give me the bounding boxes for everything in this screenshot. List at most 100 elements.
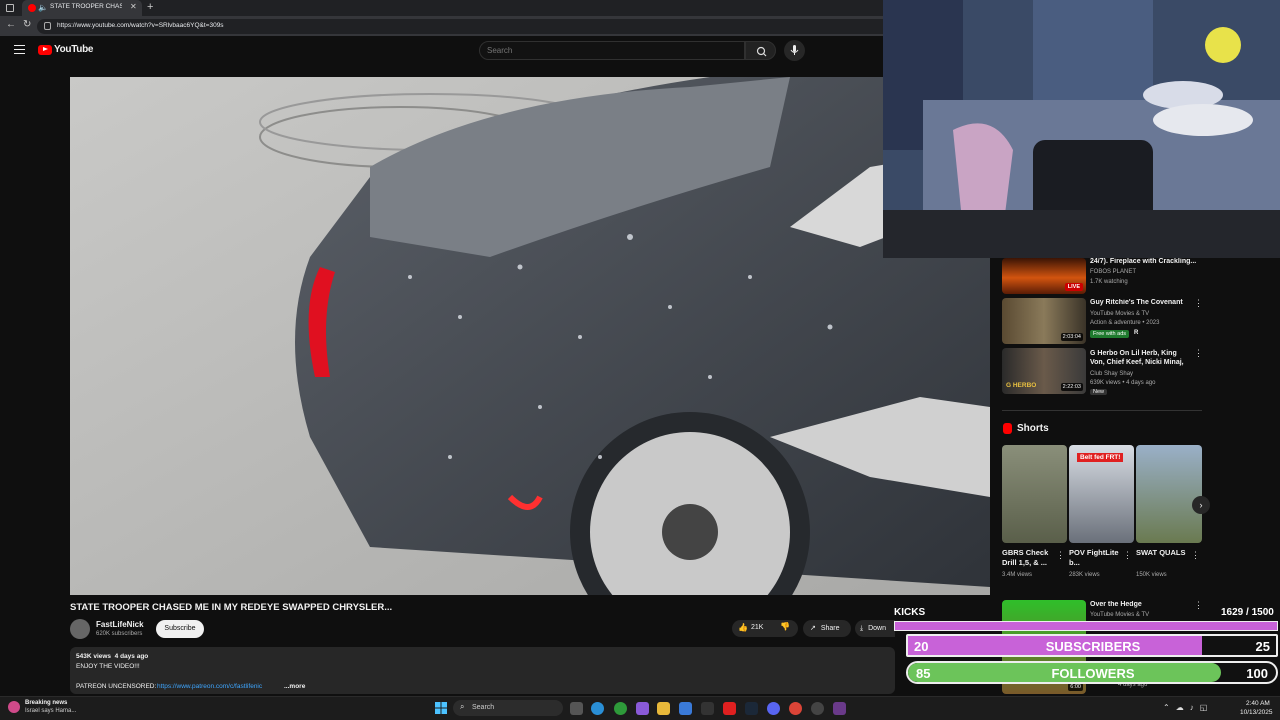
followers-label: FOLLOWERS bbox=[1051, 666, 1135, 681]
obs-icon[interactable] bbox=[811, 702, 824, 715]
youtube-favicon-icon bbox=[28, 4, 36, 12]
news-widget[interactable]: Breaking news Israel says Hama... bbox=[8, 699, 98, 717]
reload-icon[interactable]: ↻ bbox=[23, 19, 31, 30]
description-line: ENJOY THE VIDEO!!! bbox=[76, 663, 140, 670]
video-player[interactable] bbox=[70, 77, 990, 595]
recommendation-thumbnail: G HERBO 2:22:03 bbox=[1002, 348, 1086, 394]
news-subtitle: Israel says Hama... bbox=[25, 708, 77, 714]
shorts-heading: Shorts bbox=[1017, 423, 1049, 434]
video-title: STATE TROOPER CHASED ME IN MY REDEYE SWA… bbox=[70, 602, 393, 613]
share-button[interactable]: ↗ Share bbox=[803, 620, 851, 637]
voice-search-button[interactable] bbox=[784, 40, 805, 61]
xbox-icon[interactable] bbox=[614, 702, 627, 715]
download-button[interactable]: ⤓ Down bbox=[855, 620, 895, 637]
recommendation-title: Over the Hedge bbox=[1090, 601, 1142, 608]
kicks-label: KICKS bbox=[894, 607, 926, 618]
app-icon[interactable] bbox=[833, 702, 846, 715]
recommendation-meta: 639K views • 4 days ago bbox=[1090, 380, 1156, 386]
new-tab-icon[interactable]: + bbox=[147, 1, 153, 13]
site-info-icon[interactable] bbox=[44, 22, 51, 30]
share-icon: ↗ bbox=[810, 625, 816, 632]
short-views: 3.4M views bbox=[1002, 572, 1033, 578]
file-explorer-icon[interactable] bbox=[657, 702, 670, 715]
search-button[interactable] bbox=[745, 41, 776, 60]
channel-name[interactable]: FastLifeNick bbox=[96, 620, 144, 629]
clock-time[interactable]: 2:40 AM bbox=[1246, 700, 1270, 707]
recommendation-item[interactable]: LIVE 24/7). Fireplace with Crackling... … bbox=[1002, 258, 1202, 294]
views-date: 543K views 4 days ago bbox=[76, 653, 149, 660]
shorts-icon bbox=[1003, 423, 1012, 434]
discord-icon[interactable] bbox=[767, 702, 780, 715]
copilot-icon[interactable] bbox=[636, 702, 649, 715]
subscribers-goal-bar: 20 SUBSCRIBERS 25 bbox=[906, 634, 1278, 657]
video-frame bbox=[70, 77, 990, 595]
more-options-icon[interactable]: ⋮ bbox=[1191, 550, 1200, 561]
chevron-right-icon: › bbox=[1199, 500, 1203, 510]
thumbnail-caption: G HERBO bbox=[1006, 382, 1037, 389]
shorts-next-button[interactable]: › bbox=[1192, 496, 1210, 514]
like-button[interactable]: 👍 21K bbox=[738, 623, 763, 632]
recommendation-title: Guy Ritchie's The Covenant bbox=[1090, 299, 1183, 306]
recommendation-channel: FOBOS PLANET bbox=[1090, 269, 1137, 275]
recommendation-item[interactable]: 2:03:04 Guy Ritchie's The Covenant YouTu… bbox=[1002, 298, 1203, 344]
recommendation-meta: Action & adventure • 2023 bbox=[1090, 320, 1160, 326]
chrome-icon[interactable] bbox=[789, 702, 802, 715]
recommendation-item[interactable]: G HERBO 2:22:03 G Herbo On Lil Herb, Kin… bbox=[1002, 348, 1203, 395]
short-item[interactable]: GBRS Check Drill 1,5, & ... 3.4M views ⋮ bbox=[1002, 445, 1067, 585]
store-icon[interactable] bbox=[679, 702, 692, 715]
youtube-logo[interactable]: YouTube bbox=[38, 44, 94, 55]
subscriber-count: 620K subscribers bbox=[96, 631, 143, 637]
system-tray[interactable]: ⌃☁♪◱ bbox=[1163, 703, 1213, 712]
steam-icon[interactable] bbox=[745, 702, 758, 715]
recommendation-channel: YouTube Movies & TV bbox=[1090, 311, 1150, 317]
section-divider bbox=[1002, 410, 1202, 411]
back-icon[interactable]: ← bbox=[6, 19, 16, 30]
live-badge: LIVE bbox=[1064, 283, 1083, 291]
subscribe-button[interactable]: Subscribe bbox=[156, 620, 204, 638]
duration-text: 6:00 bbox=[1070, 684, 1081, 690]
more-options-icon[interactable]: ⋮ bbox=[1123, 550, 1132, 561]
clock-date[interactable]: 10/13/2025 bbox=[1240, 709, 1273, 716]
patreon-label: PATREON UNCENSORED: bbox=[76, 683, 157, 690]
short-item[interactable]: SWAT QUALS 150K views ⋮ bbox=[1136, 445, 1202, 585]
search-input[interactable] bbox=[479, 41, 745, 60]
new-badge-text: New bbox=[1093, 389, 1105, 395]
download-label: Down bbox=[868, 625, 886, 632]
more-options-icon[interactable]: ⋮ bbox=[1056, 550, 1065, 561]
youtube-app-icon[interactable] bbox=[723, 702, 736, 715]
start-button[interactable] bbox=[435, 702, 447, 714]
recommendation-channel: Club Shay Shay bbox=[1090, 371, 1134, 377]
search-icon: ⌕ bbox=[460, 702, 465, 711]
kicks-count: 1629 / 1500 bbox=[1221, 607, 1274, 618]
more-options-icon[interactable]: ⋮ bbox=[1194, 348, 1203, 359]
rating-badge: R bbox=[1134, 330, 1139, 336]
short-item[interactable]: Belt fed FRT! POV FightLite b... 283K vi… bbox=[1069, 445, 1134, 585]
close-tab-icon[interactable]: ✕ bbox=[130, 2, 137, 11]
free-with-ads-text: Free with ads bbox=[1093, 331, 1127, 337]
thumbs-up-icon: 👍 bbox=[738, 623, 748, 632]
browser-tab[interactable]: 🔈 STATE TROOPER CHASED ME IN MY REDEYE S… bbox=[22, 0, 142, 16]
edge-browser-icon[interactable] bbox=[591, 702, 604, 715]
duration-badge: 2:22:03 bbox=[1060, 383, 1083, 391]
microphone-icon bbox=[790, 45, 799, 55]
speaker-icon[interactable]: 🔈 bbox=[38, 3, 48, 12]
more-link[interactable]: ...more bbox=[284, 683, 305, 690]
more-options-icon[interactable]: ⋮ bbox=[1194, 298, 1203, 309]
window-menu-icon[interactable] bbox=[6, 4, 14, 12]
share-label: Share bbox=[820, 625, 840, 632]
more-options-icon[interactable]: ⋮ bbox=[1194, 600, 1203, 611]
kicks-progress-fill bbox=[895, 622, 1277, 630]
amazon-icon[interactable] bbox=[701, 702, 714, 715]
hamburger-menu-icon[interactable] bbox=[14, 45, 25, 54]
short-views: 150K views bbox=[1136, 572, 1167, 578]
task-view-icon[interactable] bbox=[570, 702, 583, 715]
patreon-link[interactable]: https://www.patreon.com/c/fastlifenic bbox=[157, 683, 277, 690]
channel-avatar[interactable] bbox=[70, 619, 90, 639]
taskbar-search[interactable]: ⌕ Search bbox=[453, 700, 563, 716]
short-title: SWAT QUALS bbox=[1136, 548, 1186, 557]
short-overlay-text: Belt fed FRT! bbox=[1077, 453, 1124, 462]
youtube-play-icon bbox=[38, 44, 52, 55]
recommendation-meta: 1.7K watching bbox=[1090, 279, 1128, 285]
download-icon: ⤓ bbox=[860, 625, 864, 632]
dislike-button[interactable]: 👎 bbox=[780, 622, 790, 631]
